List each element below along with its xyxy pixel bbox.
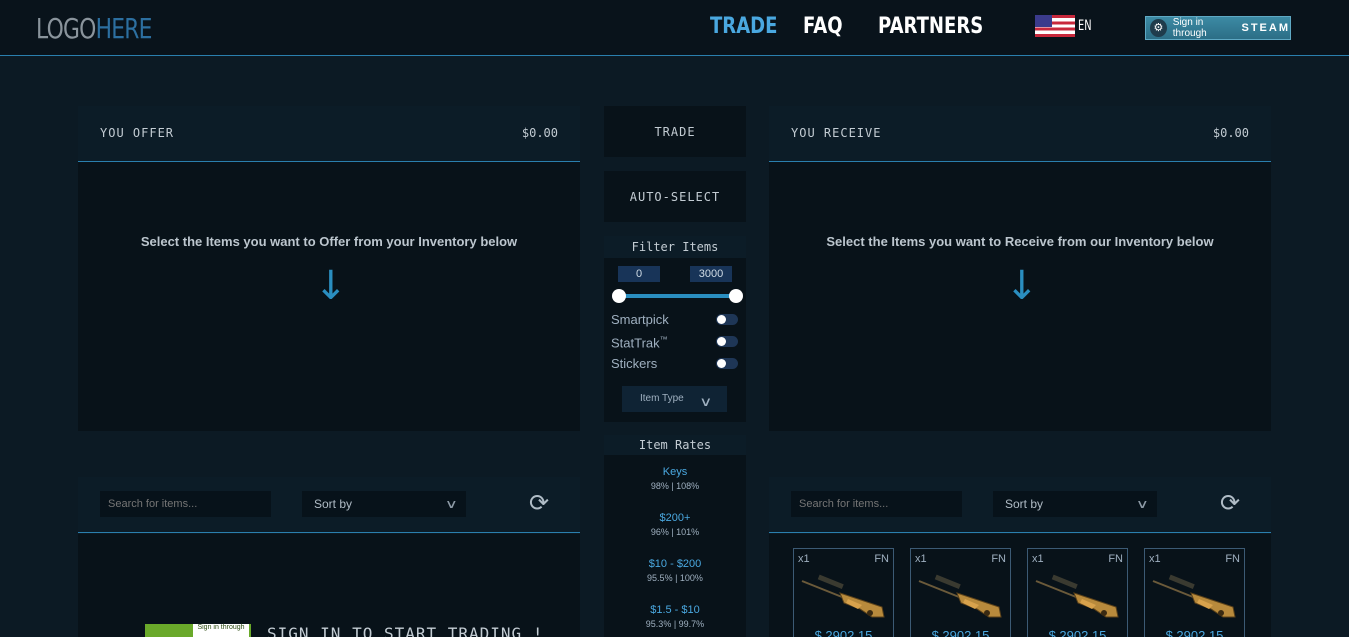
rate-name: Keys — [662, 466, 688, 478]
option-stickers-label: Stickers — [611, 356, 658, 371]
nav-partners[interactable]: PARTNERS — [878, 14, 983, 39]
auto-select-button[interactable]: AUTO-SELECT — [604, 171, 746, 222]
rate-row: $1.5 - $10 95.3% | 99.7% — [604, 604, 746, 629]
item-price: $ 2902.15 — [814, 628, 873, 637]
item-price: $ 2902.15 — [1048, 628, 1107, 637]
offer-title: YOU OFFER — [100, 126, 175, 140]
offer-header: YOU OFFER $0.00 — [78, 106, 580, 162]
item-card[interactable]: x1 FN $ 2902.15 — [1027, 548, 1128, 637]
chevron-down-icon: ∨ — [699, 394, 713, 409]
language-label[interactable]: EN — [1078, 18, 1092, 34]
rifle-icon — [1152, 574, 1236, 618]
logo[interactable]: LOGOHERE — [36, 12, 152, 45]
price-slider[interactable] — [619, 294, 736, 298]
receive-hint: Select the Items you want to Receive fro… — [826, 234, 1214, 249]
item-condition: FN — [991, 553, 1006, 565]
slider-max-handle[interactable] — [729, 289, 743, 303]
steam-icon: ⚙ — [1150, 19, 1167, 37]
item-type-select[interactable]: Item Type ∨ — [622, 386, 727, 412]
item-qty: x1 — [1032, 553, 1044, 565]
rate-row: $10 - $200 95.5% | 100% — [604, 558, 746, 583]
right-search-input[interactable] — [791, 491, 962, 517]
left-inventory-area — [78, 534, 580, 637]
item-qty: x1 — [915, 553, 927, 565]
trademark-mark: ™ — [659, 335, 668, 344]
stickers-toggle[interactable] — [716, 358, 738, 369]
filter-panel: Filter Items 0 3000 Smartpick StatTrak™ … — [604, 236, 746, 422]
left-sort-select[interactable]: Sort by ∨ — [302, 491, 466, 517]
us-flag-icon[interactable] — [1035, 15, 1075, 37]
option-stattrak-label: StatTrak™ — [611, 335, 668, 350]
signin-prompt: SIGN IN TO START TRADING ! — [267, 624, 544, 637]
top-bar: LOGOHERE TRADE FAQ PARTNERS EN ⚙ Sign in… — [0, 0, 1349, 56]
price-max[interactable]: 3000 — [690, 266, 732, 282]
right-sort-select[interactable]: Sort by ∨ — [993, 491, 1157, 517]
refresh-icon[interactable]: ⟳ — [1220, 491, 1240, 515]
rate-value: 96% | 101% — [650, 527, 700, 537]
price-min[interactable]: 0 — [618, 266, 660, 282]
stattrak-toggle[interactable] — [716, 336, 738, 347]
rifle-icon — [918, 574, 1002, 618]
left-search-input[interactable] — [100, 491, 271, 517]
left-inventory-toolbar: Sort by ∨ ⟳ — [78, 477, 580, 533]
chevron-down-icon: ∨ — [1136, 497, 1150, 511]
item-card[interactable]: x1 FN $ 2902.15 — [1144, 548, 1245, 637]
rates-title: Item Rates — [604, 435, 746, 455]
item-condition: FN — [1225, 553, 1240, 565]
offer-panel: YOU OFFER $0.00 Select the Items you wan… — [78, 106, 580, 431]
item-price: $ 2902.15 — [931, 628, 990, 637]
nav-trade[interactable]: TRADE — [710, 14, 777, 39]
rate-name: $200+ — [659, 512, 691, 524]
steam-login-line1: Sign in through — [1172, 17, 1207, 39]
receive-panel: YOU RECEIVE $0.00 Select the Items you w… — [769, 106, 1271, 431]
rate-row: $200+ 96% | 101% — [604, 512, 746, 537]
nav-faq[interactable]: FAQ — [803, 14, 843, 39]
steam-small-label: Sign in through — [193, 624, 249, 637]
item-card[interactable]: x1 FN $ 2902.15 — [793, 548, 894, 637]
right-inventory-toolbar: Sort by ∨ ⟳ — [769, 477, 1271, 533]
sort-label: Sort by — [1005, 497, 1044, 511]
rate-row: Keys 98% | 108% — [604, 466, 746, 491]
item-price: $ 2902.15 — [1165, 628, 1224, 637]
slider-min-handle[interactable] — [612, 289, 626, 303]
arrow-down-icon: ↓ — [314, 263, 348, 309]
item-type-label: Item Type — [640, 393, 684, 404]
receive-header: YOU RECEIVE $0.00 — [769, 106, 1271, 162]
stattrak-text: StatTrak — [611, 335, 660, 351]
item-condition: FN — [1108, 553, 1123, 565]
arrow-down-icon: ↓ — [1005, 263, 1039, 309]
offer-hint: Select the Items you want to Offer from … — [140, 234, 518, 249]
trade-button[interactable]: TRADE — [604, 106, 746, 157]
chevron-down-icon: ∨ — [445, 497, 459, 511]
steam-signin-small-button[interactable]: Sign in through — [145, 624, 251, 637]
receive-total: $0.00 — [1212, 126, 1249, 140]
option-smartpick-label: Smartpick — [611, 312, 669, 327]
offer-total: $0.00 — [521, 126, 558, 140]
rifle-icon — [1035, 574, 1119, 618]
receive-title: YOU RECEIVE — [791, 126, 882, 140]
smartpick-toggle[interactable] — [716, 314, 738, 325]
rate-value: 98% | 108% — [650, 481, 700, 491]
rate-value: 95.3% | 99.7% — [645, 619, 705, 629]
item-card[interactable]: x1 FN $ 2902.15 — [910, 548, 1011, 637]
steam-login-button[interactable]: ⚙ Sign in through STEAM — [1145, 16, 1291, 40]
logo-part-1: LOGO — [36, 12, 96, 45]
rates-panel: Item Rates Keys 98% | 108% $200+ 96% | 1… — [604, 435, 746, 637]
rifle-icon — [801, 574, 885, 618]
item-qty: x1 — [798, 553, 810, 565]
refresh-icon[interactable]: ⟳ — [529, 491, 549, 515]
rate-name: $1.5 - $10 — [650, 604, 700, 616]
item-qty: x1 — [1149, 553, 1161, 565]
rate-name: $10 - $200 — [648, 558, 702, 570]
logo-part-2: HERE — [95, 12, 153, 45]
filter-title: Filter Items — [604, 236, 746, 258]
item-condition: FN — [874, 553, 889, 565]
sort-label: Sort by — [314, 497, 353, 511]
steam-login-line2: STEAM — [1241, 22, 1290, 34]
rate-value: 95.5% | 100% — [647, 573, 703, 583]
